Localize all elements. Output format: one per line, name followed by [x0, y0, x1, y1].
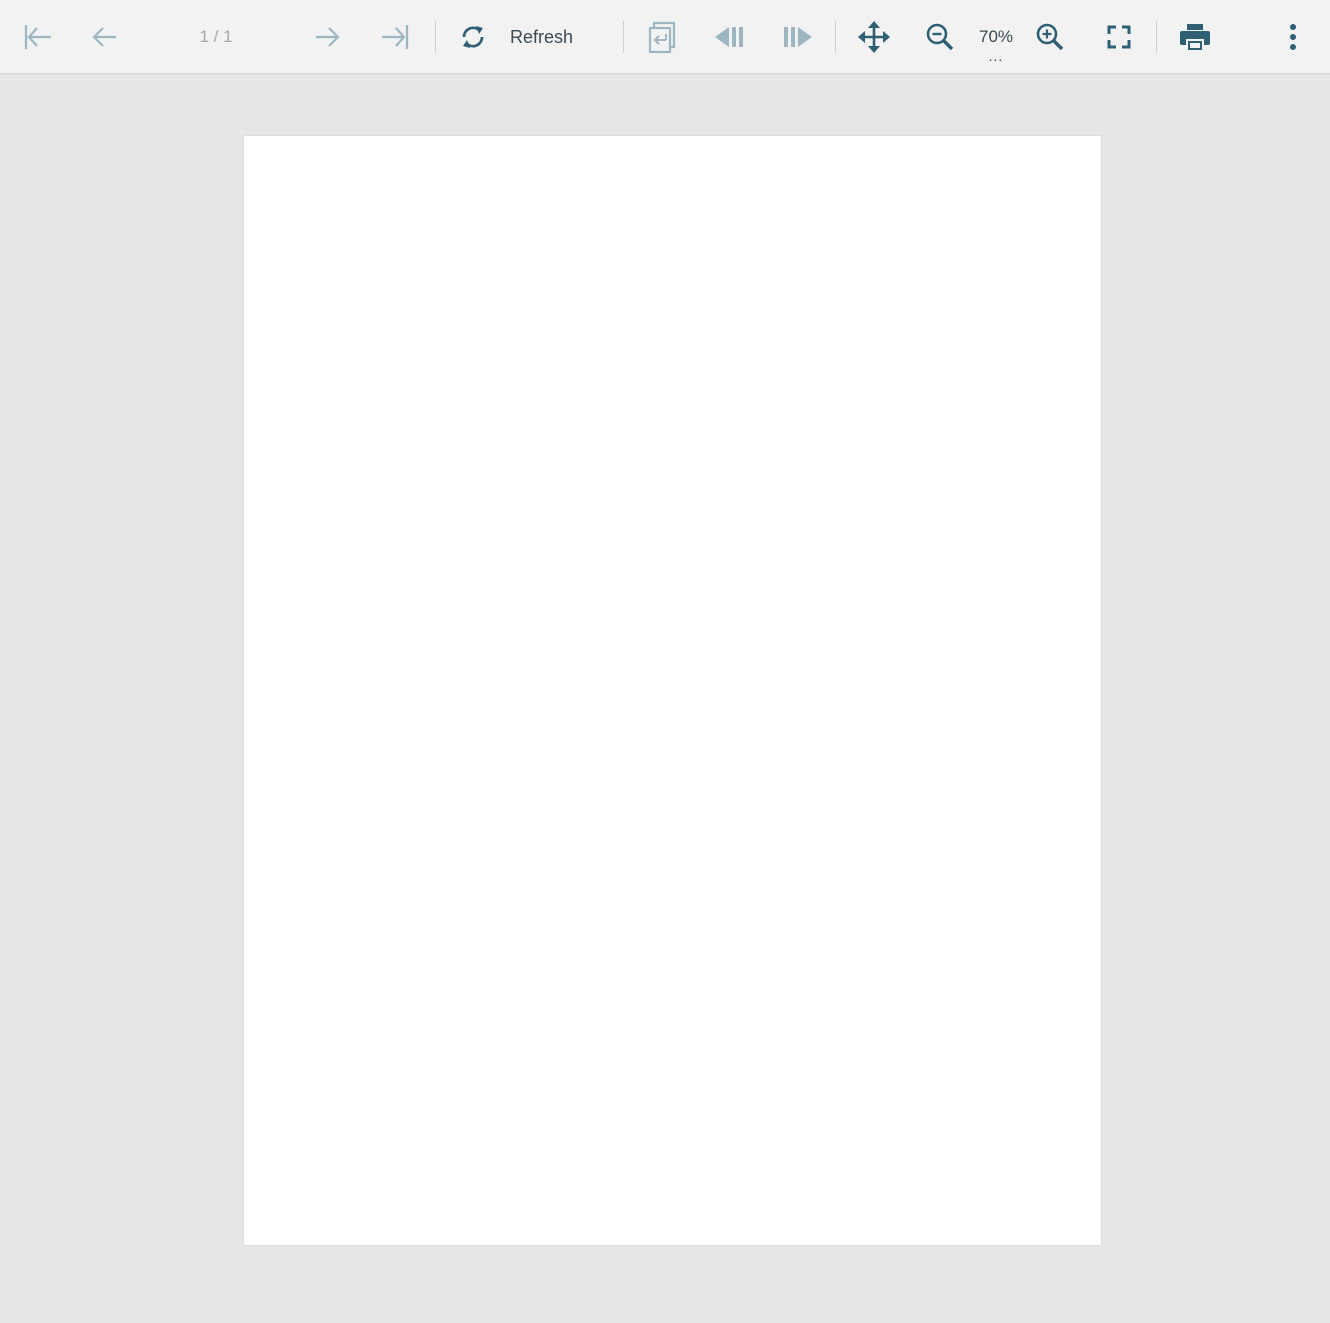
more-options-icon — [1288, 22, 1298, 52]
fullscreen-button[interactable] — [1099, 17, 1139, 57]
next-page-icon — [313, 22, 343, 52]
report-viewer-canvas[interactable] — [0, 75, 1330, 1323]
zoom-out-icon — [924, 21, 956, 53]
print-button[interactable] — [1175, 17, 1215, 57]
zoom-options-indicator[interactable]: ... — [968, 49, 1024, 63]
first-page-icon — [21, 21, 53, 53]
last-page-icon — [380, 21, 412, 53]
zoom-in-button[interactable] — [1030, 17, 1070, 57]
previous-page-button[interactable] — [84, 17, 124, 57]
last-page-button[interactable] — [376, 17, 416, 57]
more-options-button[interactable] — [1273, 17, 1313, 57]
search-previous-button[interactable] — [710, 17, 750, 57]
toolbar-separator — [1156, 21, 1157, 53]
toolbar-separator — [835, 21, 836, 53]
previous-page-icon — [89, 22, 119, 52]
toolbar-separator — [623, 21, 624, 53]
report-toolbar: 1 / 1 Refresh 70% ... — [0, 0, 1330, 74]
zoom-level[interactable]: 70% — [968, 26, 1024, 48]
pan-button[interactable] — [854, 17, 894, 57]
search-next-icon — [780, 24, 814, 50]
back-to-parent-icon — [646, 20, 678, 54]
refresh-icon — [458, 22, 488, 52]
pan-icon — [857, 20, 891, 54]
refresh-button[interactable] — [453, 17, 493, 57]
back-to-parent-button[interactable] — [642, 17, 682, 57]
page-indicator: 1 / 1 — [199, 27, 233, 46]
fullscreen-icon — [1105, 23, 1133, 51]
zoom-out-button[interactable] — [920, 17, 960, 57]
next-page-button[interactable] — [308, 17, 348, 57]
search-next-button[interactable] — [777, 17, 817, 57]
first-page-button[interactable] — [17, 17, 57, 57]
toolbar-separator — [435, 21, 436, 53]
print-icon — [1178, 21, 1212, 53]
zoom-in-icon — [1034, 21, 1066, 53]
refresh-label[interactable]: Refresh — [510, 26, 573, 48]
report-page — [244, 136, 1101, 1245]
search-previous-icon — [713, 24, 747, 50]
